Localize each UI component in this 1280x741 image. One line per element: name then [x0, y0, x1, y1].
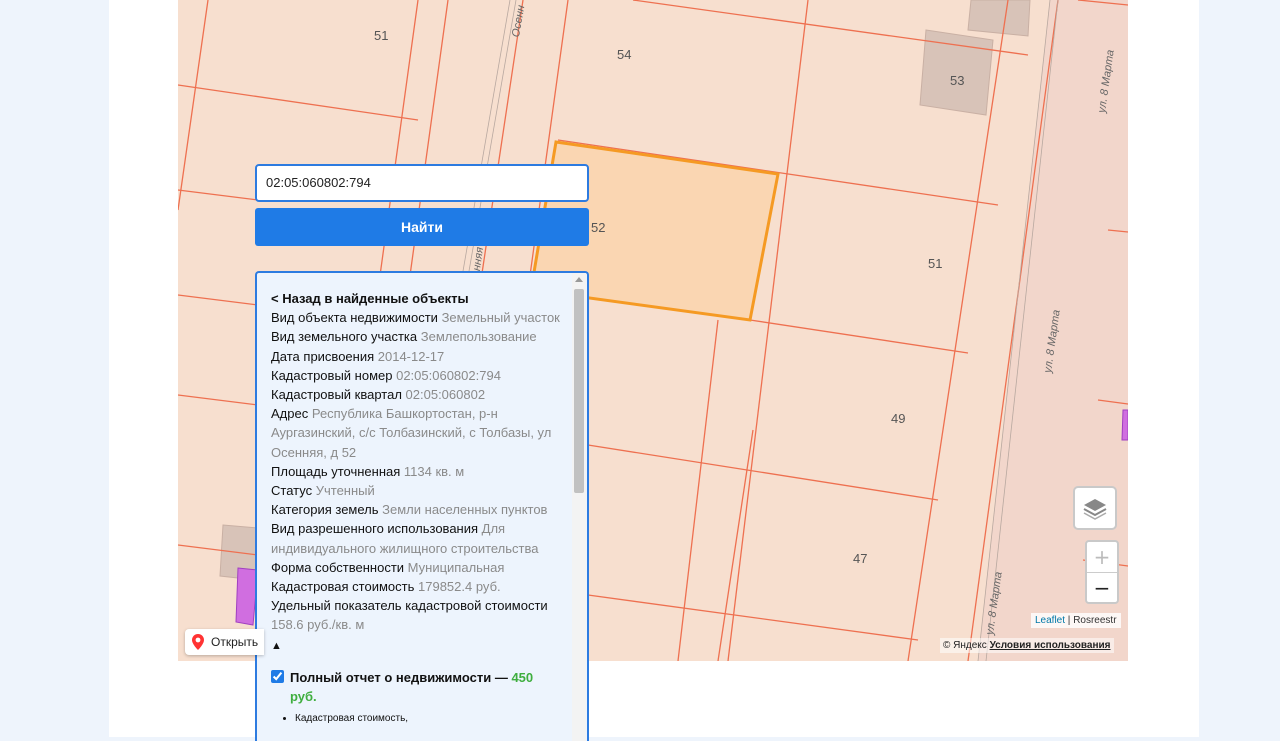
- info-field-key: Вид земельного участка: [271, 329, 418, 345]
- info-field-row: Вид разрешенного использования Для индив…: [271, 519, 561, 557]
- info-field-key: Кадастровый номер: [271, 367, 393, 383]
- plot-number: 54: [617, 47, 632, 62]
- object-info-content: < Назад в найденные объекты Вид объекта …: [271, 289, 561, 726]
- info-fields: Вид объекта недвижимости Земельный участ…: [271, 308, 561, 634]
- info-field-key: Форма собственности: [271, 559, 405, 575]
- open-in-yandex-label: Открыть: [211, 635, 259, 649]
- back-to-results-link[interactable]: < Назад в найденные объекты: [271, 289, 561, 308]
- layers-button[interactable]: [1073, 486, 1117, 530]
- attribution-separator: |: [1065, 615, 1074, 626]
- plot-number: 52: [591, 220, 606, 235]
- info-field-row: Категория земель Земли населенных пункто…: [271, 500, 561, 519]
- info-field-row: Кадастровая стоимость 179852.4 руб.: [271, 577, 561, 596]
- info-field-value: Земельный участок: [441, 310, 560, 326]
- info-field-key: Категория земель: [271, 502, 379, 518]
- zoom-out-button[interactable]: −: [1087, 573, 1117, 603]
- plot-number: 49: [891, 411, 906, 426]
- info-field-row: Адрес Республика Башкортостан, р-н Аурга…: [271, 404, 561, 462]
- terms-of-use-link[interactable]: Условия использования: [990, 640, 1111, 651]
- info-field-value: Муниципальная: [407, 559, 505, 575]
- info-field-value: 158.6 руб./кв. м: [271, 617, 365, 633]
- map-pin-icon: [192, 634, 204, 650]
- info-field-row: Статус Учтенный: [271, 481, 561, 500]
- full-report-title: Полный отчет о недвижимости —: [290, 669, 512, 685]
- info-field-key: Удельный показатель кадастровой стоимост…: [271, 598, 548, 614]
- info-field-row: Форма собственности Муниципальная: [271, 558, 561, 577]
- map-attribution: Leaflet | Rosreestr: [1031, 613, 1121, 628]
- plot-number: 53: [950, 73, 965, 88]
- info-field-row: Дата присвоения 2014-12-17: [271, 347, 561, 366]
- open-in-yandex-button[interactable]: Открыть: [185, 629, 265, 655]
- info-field-key: Дата присвоения: [271, 348, 375, 364]
- zoom-control: + −: [1085, 540, 1119, 604]
- panel-scrollbar[interactable]: [572, 273, 586, 741]
- info-field-value: Земли населенных пунктов: [382, 502, 548, 518]
- full-report-option[interactable]: Полный отчет о недвижимости — 450 руб.: [271, 668, 561, 706]
- scroll-up-arrow-icon[interactable]: [575, 277, 583, 282]
- scrollbar-thumb[interactable]: [574, 289, 584, 493]
- list-item: Кадастровая стоимость,: [295, 712, 561, 726]
- zoom-in-button[interactable]: +: [1087, 542, 1117, 573]
- info-field-value: 1134 кв. м: [403, 463, 465, 479]
- leaflet-link[interactable]: Leaflet: [1035, 615, 1065, 626]
- plot-number: 47: [853, 551, 868, 566]
- info-field-value: 179852.4 руб.: [418, 579, 501, 595]
- info-field-value: Учтенный: [315, 483, 375, 499]
- yandex-copyright: © Яндекс Условия использования: [940, 638, 1114, 653]
- info-field-row: Вид земельного участка Землепользование: [271, 327, 561, 346]
- info-field-row: Удельный показатель кадастровой стоимост…: [271, 596, 561, 634]
- info-field-key: Кадастровый квартал: [271, 387, 402, 403]
- yandex-copyright-text: © Яндекс: [943, 640, 990, 651]
- info-field-key: Статус: [271, 483, 313, 499]
- layers-icon: [1083, 499, 1107, 520]
- info-field-value: Республика Башкортостан, р-н Аургазински…: [271, 406, 552, 460]
- info-field-value: 2014-12-17: [377, 348, 445, 364]
- info-field-key: Адрес: [271, 406, 309, 422]
- info-field-row: Кадастровый номер 02:05:060802:794: [271, 366, 561, 385]
- object-info-panel[interactable]: < Назад в найденные объекты Вид объекта …: [255, 271, 589, 741]
- info-field-key: Вид разрешенного использования: [271, 521, 479, 537]
- info-field-value: 02:05:060802: [405, 387, 486, 403]
- info-field-key: Площадь уточненная: [271, 463, 401, 479]
- collapse-arrow-icon[interactable]: ▲: [271, 637, 561, 656]
- plot-number: 51: [928, 256, 943, 271]
- info-field-value: Землепользование: [420, 329, 537, 345]
- info-field-row: Кадастровый квартал 02:05:060802: [271, 385, 561, 404]
- cadastral-search-input[interactable]: 02:05:060802:794: [255, 164, 589, 202]
- info-field-value: 02:05:060802:794: [396, 367, 501, 383]
- info-field-key: Кадастровая стоимость: [271, 579, 415, 595]
- find-button[interactable]: Найти: [255, 208, 589, 246]
- info-field-key: Вид объекта недвижимости: [271, 310, 438, 326]
- info-field-row: Вид объекта недвижимости Земельный участ…: [271, 308, 561, 327]
- report-items-list: Кадастровая стоимость,: [271, 712, 561, 726]
- info-field-row: Площадь уточненная 1134 кв. м: [271, 462, 561, 481]
- full-report-checkbox[interactable]: [271, 669, 284, 683]
- plot-number: 51: [374, 28, 389, 43]
- attribution-source: Rosreestr: [1073, 615, 1117, 626]
